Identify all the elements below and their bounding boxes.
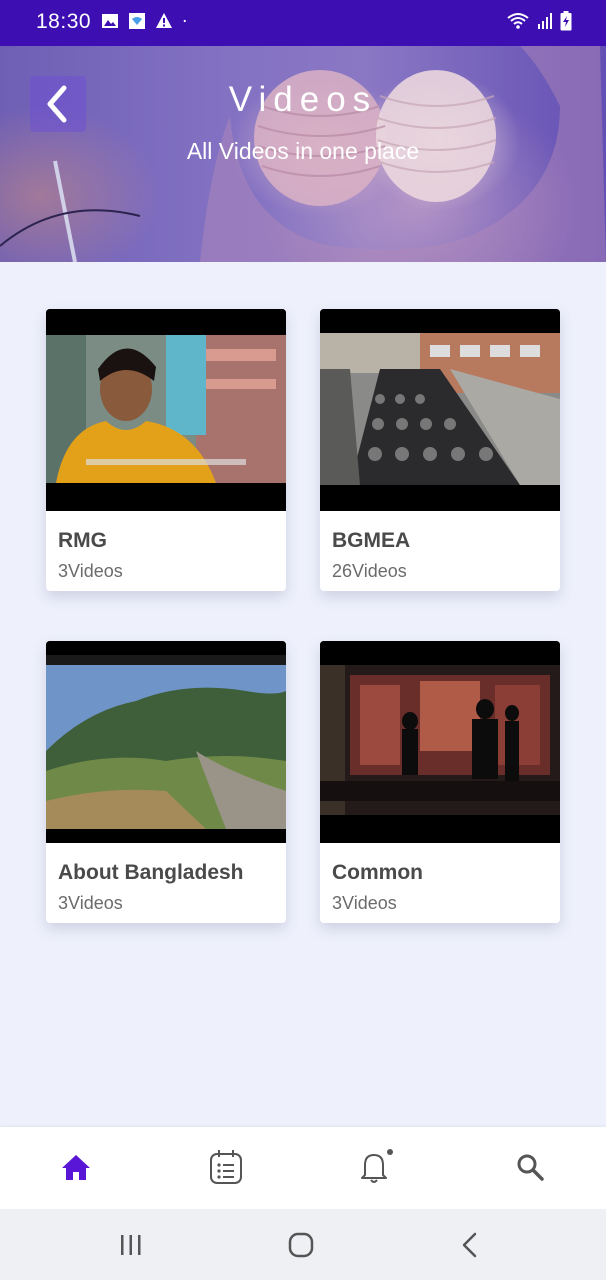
- wifi-square-icon: [129, 13, 145, 29]
- video-thumbnail: [46, 641, 286, 843]
- category-video-count: 3Videos: [58, 893, 123, 913]
- battery-charging-icon: [560, 11, 572, 31]
- category-title: About Bangladesh: [58, 861, 244, 884]
- page-header: Videos All Videos in one place: [0, 46, 606, 262]
- page-title: Videos: [228, 80, 378, 119]
- back-icon: [462, 1232, 477, 1258]
- recent-apps-icon: [121, 1235, 141, 1255]
- category-card-about-bangladesh[interactable]: About Bangladesh 3Videos: [46, 641, 286, 923]
- nav-search[interactable]: [510, 1147, 550, 1187]
- video-thumbnail: [320, 309, 560, 511]
- status-left-icons: [101, 12, 192, 30]
- nav-home[interactable]: [56, 1147, 96, 1187]
- status-bar: 18:30: [0, 0, 606, 46]
- system-back-button[interactable]: [450, 1227, 490, 1263]
- category-video-count: 3Videos: [332, 893, 397, 913]
- recent-apps-button[interactable]: [111, 1227, 151, 1263]
- category-video-count: 26Videos: [332, 561, 407, 581]
- category-card-common[interactable]: Common 3Videos: [320, 641, 560, 923]
- gallery-icon: [102, 14, 118, 28]
- dot-icon: [183, 19, 186, 23]
- home-icon: [62, 1155, 90, 1180]
- video-thumbnail: [320, 641, 560, 843]
- category-video-count: 3Videos: [58, 561, 123, 581]
- page-subtitle: All Videos in one place: [186, 138, 420, 164]
- bell-icon: [361, 1149, 393, 1183]
- status-time: 18:30: [36, 10, 92, 33]
- status-right-icons: [506, 11, 572, 31]
- wifi-icon: [507, 13, 529, 29]
- category-title: Common: [332, 861, 423, 884]
- warning-icon: [156, 13, 172, 28]
- category-title: RMG: [58, 529, 107, 552]
- signal-icon: [538, 13, 552, 29]
- calendar-list-icon: [210, 1150, 242, 1184]
- nav-notifications[interactable]: [355, 1147, 395, 1187]
- search-icon: [517, 1154, 544, 1181]
- bottom-navigation: [0, 1127, 606, 1209]
- home-circle-icon: [288, 1232, 314, 1258]
- category-card-bgmea[interactable]: BGMEA 26Videos: [320, 309, 560, 591]
- system-home-button[interactable]: [281, 1227, 321, 1263]
- category-card-rmg[interactable]: RMG 3Videos: [46, 309, 286, 591]
- category-title: BGMEA: [332, 529, 411, 552]
- nav-schedule[interactable]: [206, 1147, 246, 1187]
- system-navigation-bar: [0, 1209, 606, 1280]
- video-thumbnail: [46, 309, 286, 511]
